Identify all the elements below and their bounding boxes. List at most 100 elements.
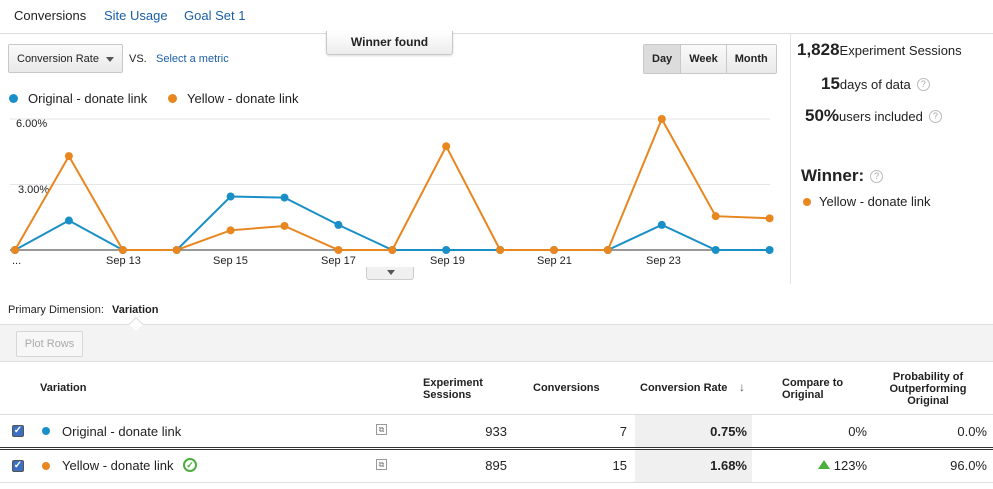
- metric-select[interactable]: Conversion Rate: [8, 44, 123, 73]
- col-header-conversions[interactable]: Conversions: [533, 382, 600, 394]
- day-button[interactable]: Day: [644, 45, 681, 73]
- col-header-sessions[interactable]: Experiment Sessions: [423, 377, 503, 401]
- data-point: [711, 246, 720, 254]
- sessions-stat: 1,828Experiment Sessions: [797, 40, 962, 60]
- winner-heading: Winner:?: [801, 166, 884, 186]
- data-point: [442, 142, 451, 151]
- data-point: [118, 246, 127, 254]
- table-toolbar: [0, 325, 993, 362]
- winner-name: Yellow - donate link: [819, 194, 931, 209]
- sessions-cell: 895: [485, 458, 507, 473]
- plot-rows-button[interactable]: Plot Rows: [16, 331, 83, 357]
- compare-cell: 0%: [848, 424, 867, 439]
- select-metric-link[interactable]: Select a metric: [156, 53, 229, 65]
- days-value: 15: [821, 74, 840, 93]
- compare-cell: 123%: [833, 458, 867, 473]
- conversions-cell: 7: [619, 424, 627, 439]
- data-point: [64, 152, 73, 161]
- data-point: [765, 214, 774, 223]
- table-row: ✓ Original - donate link ⧉ 933 7 0.75% 0…: [0, 414, 993, 447]
- data-point: [334, 220, 343, 229]
- col-header-rate[interactable]: Conversion Rate: [640, 382, 727, 394]
- sessions-cell: 933: [485, 424, 507, 439]
- data-point: [442, 246, 451, 254]
- rate-cell: 1.68%: [710, 458, 747, 473]
- col-header-variation[interactable]: Variation: [40, 382, 86, 394]
- data-point: [280, 221, 289, 230]
- sessions-label: Experiment Sessions: [839, 43, 962, 58]
- variation-dot-yellow: [42, 462, 50, 470]
- data-point: [496, 246, 505, 254]
- primary-dimension-label: Primary Dimension:: [8, 304, 104, 316]
- row-checkbox[interactable]: ✓: [12, 425, 24, 437]
- legend-dot-yellow: [168, 94, 177, 103]
- data-point: [711, 212, 720, 221]
- primary-dimension-value[interactable]: Variation: [112, 304, 158, 316]
- series-line-0: [14, 195, 770, 251]
- data-point: [388, 246, 397, 254]
- table-row: ✓ Yellow - donate link ✓ ⧉ 895 15 1.68% …: [0, 450, 993, 483]
- metric-select-label: Conversion Rate: [17, 53, 99, 65]
- data-point: [334, 246, 343, 254]
- winner-check-icon: ✓: [183, 458, 197, 472]
- data-point: [64, 216, 73, 225]
- variation-name[interactable]: Yellow - donate link: [62, 458, 174, 473]
- open-variation-icon[interactable]: ⧉: [376, 424, 387, 435]
- line-chart: [10, 115, 774, 254]
- conversions-cell: 15: [612, 458, 627, 473]
- winner-dot: [803, 197, 811, 206]
- date-range-toggle: Day Week Month: [643, 44, 777, 74]
- open-variation-icon[interactable]: ⧉: [376, 459, 387, 470]
- winner-entry: Yellow - donate link: [803, 194, 931, 209]
- winner-label: Winner:: [801, 166, 865, 185]
- x-tick-label: ...: [12, 255, 22, 267]
- vs-label: VS.: [129, 53, 147, 65]
- days-stat: 15days of data?: [821, 74, 930, 94]
- col-header-probability[interactable]: Probability of Outperforming Original: [873, 371, 983, 407]
- legend-original: Original - donate link: [9, 91, 147, 106]
- legend-yellow: Yellow - donate link: [168, 91, 299, 106]
- legend-label-original: Original - donate link: [28, 91, 148, 106]
- rate-cell: 0.75%: [710, 424, 747, 439]
- data-point: [280, 193, 289, 202]
- data-point: [226, 192, 235, 201]
- data-point: [11, 246, 19, 254]
- sort-desc-icon[interactable]: ↓: [739, 380, 745, 394]
- x-tick-label: Sep 23: [646, 255, 681, 267]
- days-label: days of data: [839, 77, 911, 92]
- data-point: [226, 226, 235, 235]
- x-tick-label: Sep 15: [213, 255, 248, 267]
- experiment-summary-panel: 1,828Experiment Sessions 15days of data?…: [790, 34, 993, 284]
- data-point: [172, 246, 181, 254]
- data-point: [657, 115, 666, 123]
- probability-cell: 0.0%: [957, 424, 987, 439]
- legend-label-yellow: Yellow - donate link: [187, 91, 299, 106]
- variation-name[interactable]: Original - donate link: [62, 424, 181, 439]
- col-header-compare[interactable]: Compare to Original: [782, 377, 854, 401]
- legend-dot-original: [9, 94, 18, 103]
- x-tick-label: Sep 19: [430, 255, 465, 267]
- help-icon[interactable]: ?: [928, 110, 942, 124]
- data-point: [550, 246, 558, 254]
- users-label: users included: [839, 109, 923, 124]
- row-checkbox[interactable]: ✓: [12, 460, 24, 472]
- tab-goal-set[interactable]: Goal Set 1: [184, 8, 245, 23]
- users-stat: 50%users included?: [805, 106, 942, 126]
- data-point: [657, 220, 666, 229]
- users-value: 50%: [805, 106, 840, 125]
- winner-found-banner: Winner found: [326, 31, 453, 55]
- chevron-down-icon: [106, 57, 114, 62]
- week-button[interactable]: Week: [680, 45, 726, 73]
- help-icon[interactable]: ?: [870, 170, 884, 184]
- expand-chart-handle[interactable]: [366, 267, 414, 280]
- data-point: [765, 246, 774, 254]
- x-tick-label: Sep 17: [321, 255, 356, 267]
- help-icon[interactable]: ?: [916, 78, 930, 92]
- sessions-value: 1,828: [797, 40, 840, 59]
- tab-site-usage[interactable]: Site Usage: [104, 8, 168, 23]
- tab-conversions[interactable]: Conversions: [14, 8, 86, 23]
- month-button[interactable]: Month: [725, 45, 776, 73]
- report-tabs: Conversions Site Usage Goal Set 1: [0, 0, 993, 34]
- x-tick-label: Sep 13: [106, 255, 141, 267]
- variation-dot-original: [42, 427, 50, 435]
